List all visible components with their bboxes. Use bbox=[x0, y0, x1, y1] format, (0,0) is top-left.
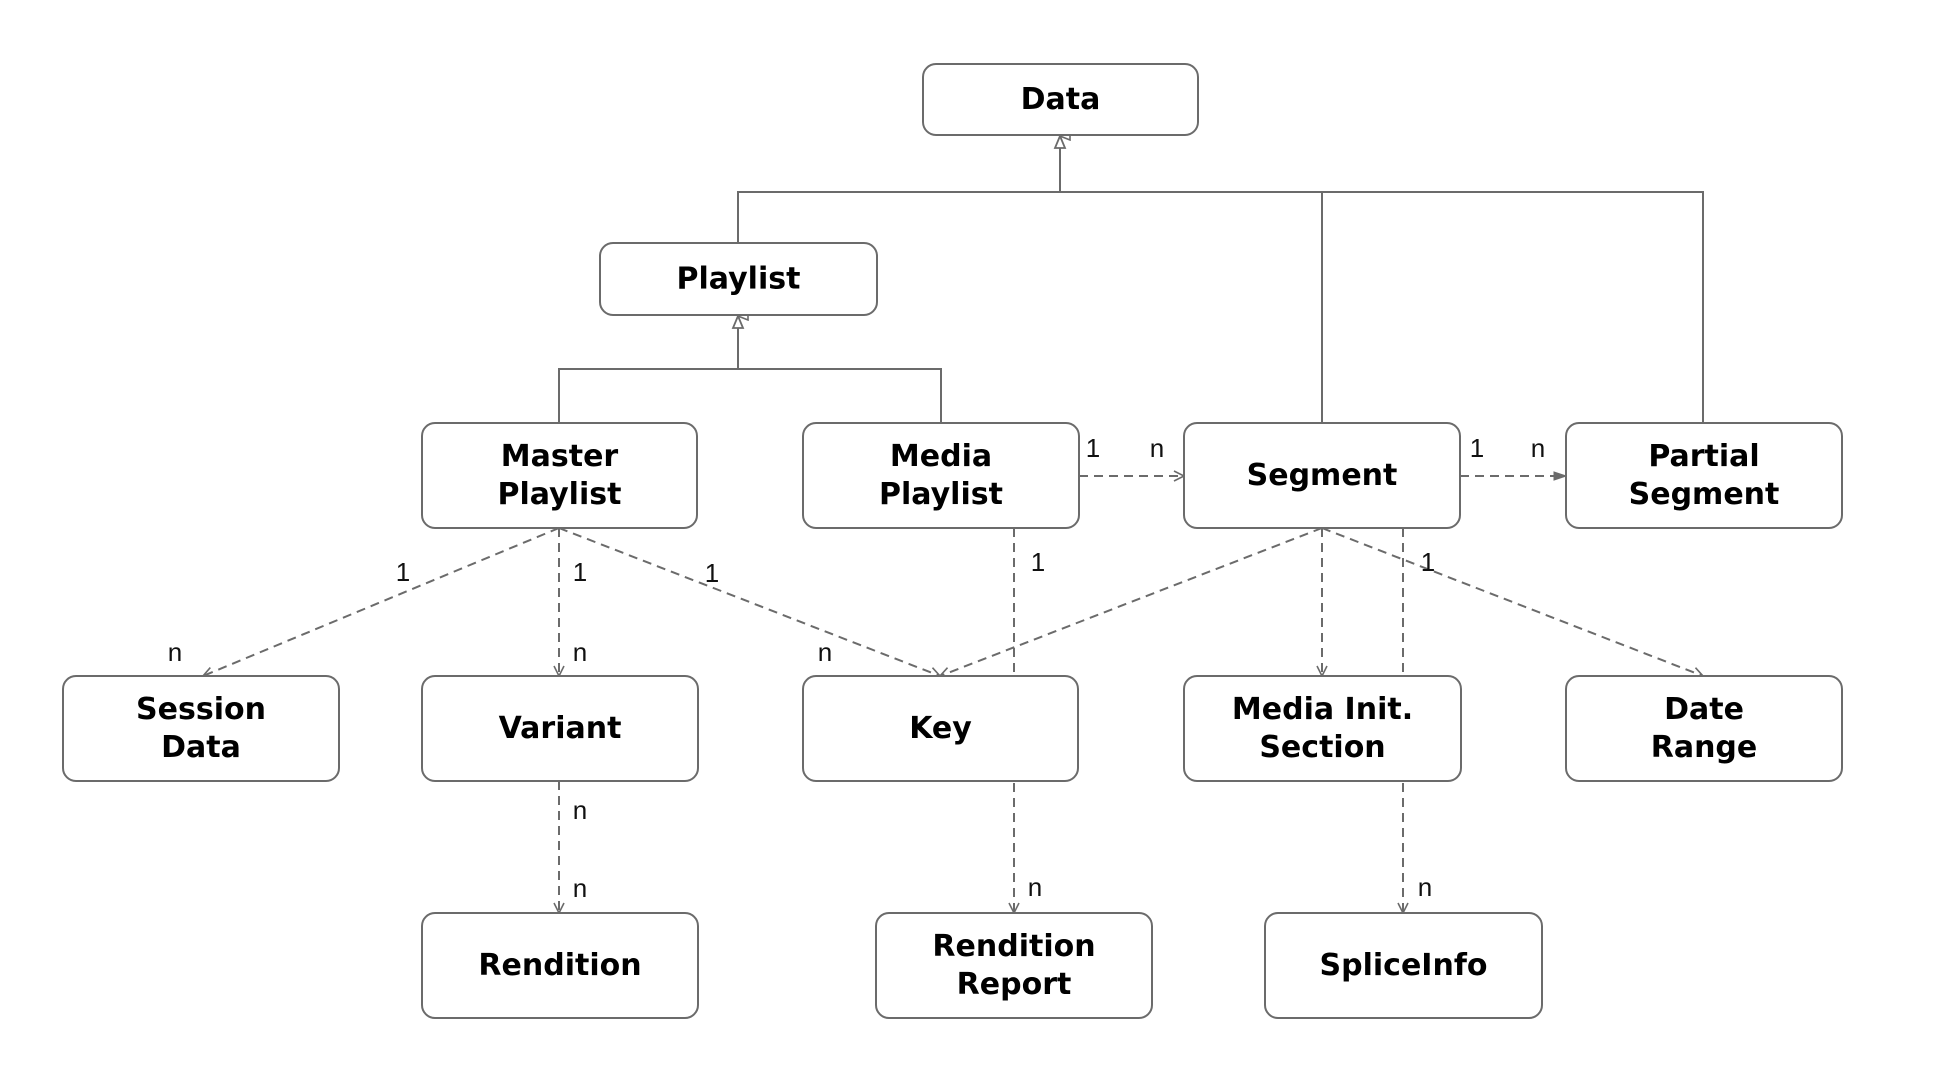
multiplicity-source-variant-rendition: n bbox=[573, 795, 587, 825]
node-label: Section bbox=[1259, 730, 1385, 765]
node-label: Playlist bbox=[879, 477, 1003, 512]
node-daterange[interactable]: DateRange bbox=[1565, 675, 1843, 782]
node-label: Date bbox=[1664, 692, 1744, 727]
node-label: Media Init. bbox=[1232, 692, 1413, 727]
multiplicity-target-media-segment: n bbox=[1150, 433, 1164, 463]
node-playlist[interactable]: Playlist bbox=[599, 242, 878, 316]
node-label: Session bbox=[136, 692, 266, 727]
inherit-bus-playlist bbox=[558, 368, 942, 423]
node-label: Rendition bbox=[478, 948, 641, 983]
node-spliceinfo[interactable]: SpliceInfo bbox=[1264, 912, 1543, 1019]
node-label: Data bbox=[161, 730, 241, 765]
multiplicity-source-master-key: 1 bbox=[705, 558, 719, 588]
node-label: Range bbox=[1651, 730, 1758, 765]
multiplicity-source-master-variant: 1 bbox=[573, 557, 587, 587]
inheritance-arrowhead-icon bbox=[1053, 133, 1067, 149]
node-label: Media bbox=[890, 439, 992, 474]
node-segment[interactable]: Segment bbox=[1183, 422, 1461, 529]
node-label: Key bbox=[909, 711, 972, 746]
multiplicity-source-master-session: 1 bbox=[396, 557, 410, 587]
node-label: Playlist bbox=[498, 477, 622, 512]
inheritance-arrowhead-icon bbox=[731, 313, 745, 329]
inherit-bus-data bbox=[737, 191, 1704, 423]
hls-data-model-diagram: DataPlaylistMasterPlaylistMediaPlaylistS… bbox=[62, 63, 1843, 1019]
node-master[interactable]: MasterPlaylist bbox=[421, 422, 698, 529]
multiplicity-target-media-renditionreport: n bbox=[1028, 872, 1042, 902]
node-label: Segment bbox=[1247, 458, 1398, 493]
multiplicity-source-media-renditionreport: 1 bbox=[1031, 547, 1045, 577]
node-media[interactable]: MediaPlaylist bbox=[802, 422, 1080, 529]
node-renditionreport[interactable]: RenditionReport bbox=[875, 912, 1153, 1019]
multiplicity-target-segment-partial: n bbox=[1531, 433, 1545, 463]
node-label: Partial bbox=[1648, 439, 1759, 474]
multiplicity-target-segment-spliceinfo: n bbox=[1418, 872, 1432, 902]
multiplicity-target-master-session: n bbox=[168, 637, 182, 667]
node-mediainit[interactable]: Media Init.Section bbox=[1183, 675, 1462, 782]
node-label: Rendition bbox=[932, 929, 1095, 964]
node-label: Variant bbox=[499, 711, 622, 746]
node-variant[interactable]: Variant bbox=[421, 675, 699, 782]
multiplicity-source-segment-daterange: 1 bbox=[1421, 547, 1435, 577]
node-label: Master bbox=[501, 439, 619, 474]
multiplicity-target-master-variant: n bbox=[573, 637, 587, 667]
node-data[interactable]: Data bbox=[922, 63, 1199, 136]
node-label: Playlist bbox=[677, 262, 801, 297]
node-label: Segment bbox=[1629, 477, 1780, 512]
association-master-to-session bbox=[203, 527, 560, 676]
multiplicity-target-variant-rendition: n bbox=[573, 873, 587, 903]
association-segment-to-daterange bbox=[1321, 527, 1703, 676]
node-label: Data bbox=[1021, 82, 1101, 117]
association-segment-to-key bbox=[940, 527, 1323, 676]
nodes-layer: DataPlaylistMasterPlaylistMediaPlaylistS… bbox=[62, 63, 1843, 1019]
association-master-to-key bbox=[558, 527, 940, 676]
node-key[interactable]: Key bbox=[802, 675, 1079, 782]
node-label: SpliceInfo bbox=[1320, 948, 1488, 983]
node-label: Report bbox=[957, 967, 1072, 1002]
node-session[interactable]: SessionData bbox=[62, 675, 340, 782]
node-rendition[interactable]: Rendition bbox=[421, 912, 699, 1019]
node-partial[interactable]: PartialSegment bbox=[1565, 422, 1843, 529]
multiplicity-source-segment-partial: 1 bbox=[1470, 433, 1484, 463]
multiplicity-source-media-segment: 1 bbox=[1086, 433, 1100, 463]
multiplicity-target-master-key: n bbox=[818, 637, 832, 667]
